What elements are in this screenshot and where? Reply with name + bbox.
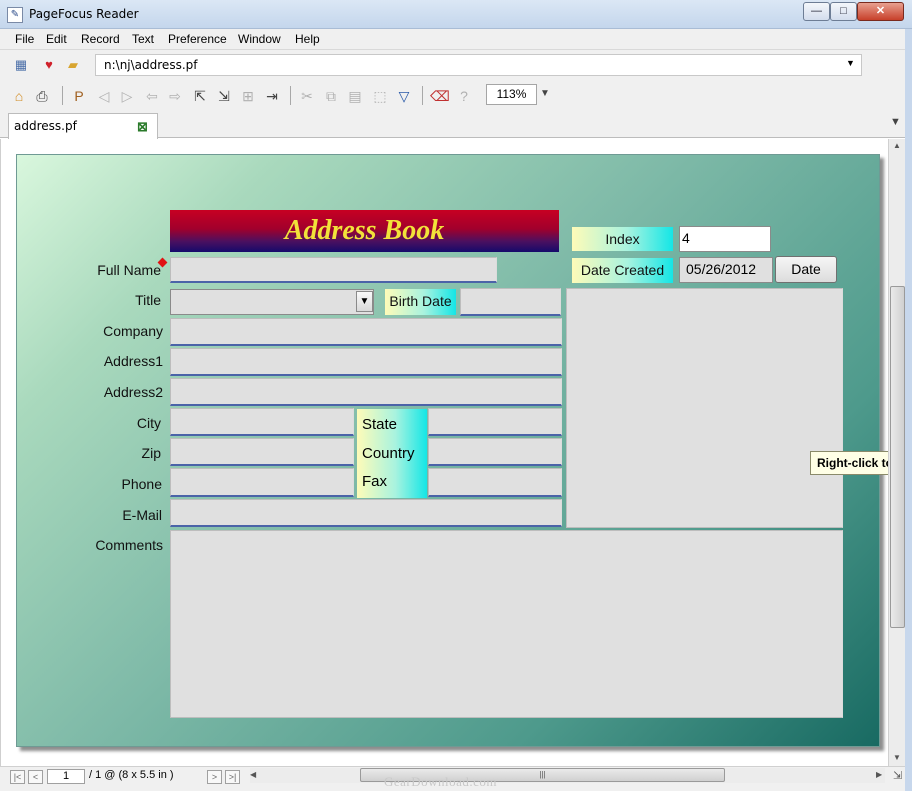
- menu-edit[interactable]: Edit: [46, 32, 67, 46]
- home-icon[interactable]: ⌂: [10, 87, 28, 105]
- watermark: GearDownload.com: [384, 774, 498, 789]
- next-icon[interactable]: ▷: [118, 87, 136, 105]
- forward-icon[interactable]: ⇨: [166, 87, 184, 105]
- menu-preference[interactable]: Preference: [168, 32, 227, 46]
- select-icon[interactable]: ⬚: [371, 87, 389, 105]
- menu-record[interactable]: Record: [81, 32, 120, 46]
- scroll-left-icon[interactable]: ◀: [250, 770, 256, 779]
- toolbar-separator: [62, 86, 63, 105]
- last-record-icon[interactable]: ⇲: [215, 87, 233, 105]
- close-window-button[interactable]: ✕: [857, 2, 904, 21]
- photo-area[interactable]: [566, 288, 843, 528]
- city-field[interactable]: [170, 408, 354, 436]
- grid-icon[interactable]: ⊞: [239, 87, 257, 105]
- full-name-field[interactable]: [170, 257, 497, 283]
- app-icon: ✎: [7, 7, 23, 23]
- fax-field[interactable]: [428, 468, 562, 497]
- open-folder-icon[interactable]: ▰: [65, 57, 81, 73]
- tab-menu-icon[interactable]: ▼: [890, 116, 901, 128]
- title-select[interactable]: [170, 289, 374, 315]
- menu-window[interactable]: Window: [238, 32, 281, 46]
- tab-label: address.pf: [14, 119, 77, 133]
- paragraph-icon[interactable]: P: [70, 87, 88, 105]
- paste-icon[interactable]: ▤: [346, 87, 364, 105]
- menu-file[interactable]: File: [15, 32, 34, 46]
- import-icon[interactable]: ⇥: [263, 87, 281, 105]
- address1-field[interactable]: [170, 348, 562, 376]
- scroll-down-icon[interactable]: ▼: [893, 753, 901, 762]
- country-field[interactable]: [428, 438, 562, 466]
- title-label: Title: [135, 292, 161, 308]
- index-field[interactable]: 4: [679, 226, 771, 252]
- previous-page-button[interactable]: <: [28, 770, 43, 784]
- thumbnails-icon[interactable]: ▦: [13, 57, 29, 73]
- delete-record-icon[interactable]: ⌫: [430, 87, 450, 105]
- next-page-button[interactable]: >: [207, 770, 222, 784]
- zoom-input[interactable]: 113%: [486, 84, 537, 105]
- window-title: PageFocus Reader: [29, 7, 139, 21]
- menu-text[interactable]: Text: [132, 32, 154, 46]
- company-label: Company: [103, 323, 163, 339]
- title-dropdown-icon[interactable]: ▼: [356, 291, 373, 312]
- copy-icon[interactable]: ⧉: [322, 87, 340, 105]
- email-label: E-Mail: [122, 507, 162, 523]
- page-number-input[interactable]: 1: [47, 769, 85, 784]
- filter-dropdown-icon[interactable]: ▽: [395, 87, 413, 105]
- page-info: / 1 @ (8 x 5.5 in ): [89, 769, 174, 781]
- address2-label: Address2: [103, 384, 163, 400]
- first-page-button[interactable]: |<: [10, 770, 25, 784]
- phone-label: Phone: [121, 476, 162, 492]
- first-record-icon[interactable]: ⇱: [191, 87, 209, 105]
- horizontal-scrollbar[interactable]: ◀ ||| ▶: [250, 768, 885, 783]
- toolbar-separator: [290, 86, 291, 105]
- back-icon[interactable]: ⇦: [143, 87, 161, 105]
- zoom-dropdown-icon[interactable]: ▼: [540, 88, 550, 99]
- window-frame: [905, 29, 912, 791]
- file-path-input[interactable]: n:\nj\address.pf: [95, 54, 862, 76]
- state-field[interactable]: [428, 408, 562, 436]
- previous-icon[interactable]: ◁: [95, 87, 113, 105]
- scroll-right-icon[interactable]: ▶: [876, 770, 882, 779]
- last-page-button[interactable]: >|: [225, 770, 240, 784]
- full-name-label: Full Name: [97, 262, 161, 278]
- form-title-banner: Address Book: [170, 210, 559, 252]
- date-created-field[interactable]: 05/26/2012: [679, 257, 773, 283]
- phone-field[interactable]: [170, 468, 354, 497]
- favorites-heart-icon[interactable]: ♥: [41, 57, 57, 73]
- city-label: City: [136, 415, 161, 431]
- vertical-scrollbar[interactable]: ▲ ▼: [888, 139, 905, 766]
- date-button[interactable]: Date: [775, 256, 837, 283]
- date-created-label: Date Created: [572, 258, 673, 283]
- maximize-button[interactable]: □: [830, 2, 857, 21]
- comments-field[interactable]: [170, 530, 843, 718]
- index-label: Index: [572, 227, 673, 251]
- address1-label: Address1: [103, 353, 163, 369]
- main-toolbar: ⌂ ⎙ P ◁ ▷ ⇦ ⇨ ⇱ ⇲ ⊞ ⇥ ✂ ⧉ ▤ ⬚ ▽ ⌫ ?: [0, 80, 912, 111]
- minimize-button[interactable]: —: [803, 2, 830, 21]
- birth-date-label: Birth Date: [385, 289, 456, 315]
- comments-label: Comments: [95, 537, 163, 553]
- menu-bar: File Edit Record Text Preference Window …: [0, 29, 912, 50]
- address2-field[interactable]: [170, 378, 562, 406]
- path-dropdown-icon[interactable]: ▼: [846, 58, 855, 68]
- vertical-scroll-thumb[interactable]: [890, 286, 905, 628]
- state-label: State: [362, 416, 398, 433]
- print-icon[interactable]: ⎙: [33, 87, 51, 105]
- zip-field[interactable]: [170, 438, 354, 466]
- window-titlebar: ✎ PageFocus Reader — □ ✕: [0, 0, 912, 29]
- company-field[interactable]: [170, 318, 562, 346]
- email-field[interactable]: [170, 499, 562, 527]
- zip-label: Zip: [141, 445, 161, 461]
- close-tab-icon[interactable]: ⊠: [137, 119, 148, 135]
- country-label: Country: [362, 445, 415, 462]
- help-icon[interactable]: ?: [455, 87, 473, 105]
- scroll-up-icon[interactable]: ▲: [893, 141, 901, 150]
- tab-address-pf[interactable]: address.pf ⊠: [8, 113, 158, 139]
- fax-label: Fax: [362, 473, 388, 490]
- cut-icon[interactable]: ✂: [298, 87, 316, 105]
- menu-help[interactable]: Help: [295, 32, 320, 46]
- birth-date-field[interactable]: [460, 288, 561, 316]
- toolbar-separator: [422, 86, 423, 105]
